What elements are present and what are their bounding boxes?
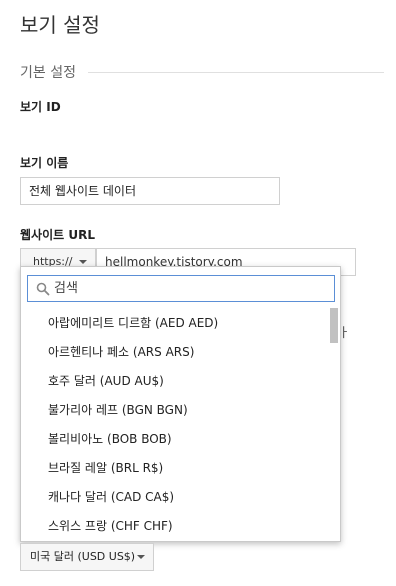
view-name-input[interactable]: 전체 웹사이트 데이터 <box>20 177 280 205</box>
search-icon <box>36 282 50 296</box>
currency-dropdown-menu[interactable]: 아랍에미리트 디르함 (AED AED) 아르헨티나 페소 (ARS ARS) … <box>20 266 341 542</box>
currency-select[interactable]: 미국 달러 (USD US$) <box>20 543 154 571</box>
currency-option[interactable]: 호주 달러 (AUD AU$) <box>21 367 329 396</box>
section-header: 기본 설정 <box>20 62 384 82</box>
search-input[interactable] <box>52 276 322 301</box>
currency-option[interactable]: 볼리비아노 (BOB BOB) <box>21 425 329 454</box>
currency-option[interactable]: 스위스 프랑 (CHF CHF) <box>21 512 329 541</box>
scrollbar-thumb[interactable] <box>330 308 338 343</box>
currency-option-list: 아랍에미리트 디르함 (AED AED) 아르헨티나 페소 (ARS ARS) … <box>21 309 329 541</box>
currency-option[interactable]: 아르헨티나 페소 (ARS ARS) <box>21 338 329 367</box>
currency-option[interactable]: 불가리아 레프 (BGN BGN) <box>21 396 329 425</box>
page-title: 보기 설정 <box>20 13 100 37</box>
search-box[interactable] <box>27 275 335 302</box>
view-id-label: 보기 ID <box>20 100 61 114</box>
section-divider <box>87 71 384 73</box>
currency-option[interactable]: 아랍에미리트 디르함 (AED AED) <box>21 309 329 338</box>
website-url-label: 웹사이트 URL <box>20 228 95 242</box>
caret-down-icon <box>137 555 145 559</box>
currency-selected-value: 미국 달러 (USD US$) <box>30 550 136 563</box>
view-name-label: 보기 이름 <box>20 156 69 170</box>
caret-down-icon <box>79 260 87 264</box>
currency-option[interactable]: 브라질 레알 (BRL R$) <box>21 454 329 483</box>
section-title: 기본 설정 <box>20 65 76 81</box>
currency-option[interactable]: 캐나다 달러 (CAD CA$) <box>21 483 329 512</box>
